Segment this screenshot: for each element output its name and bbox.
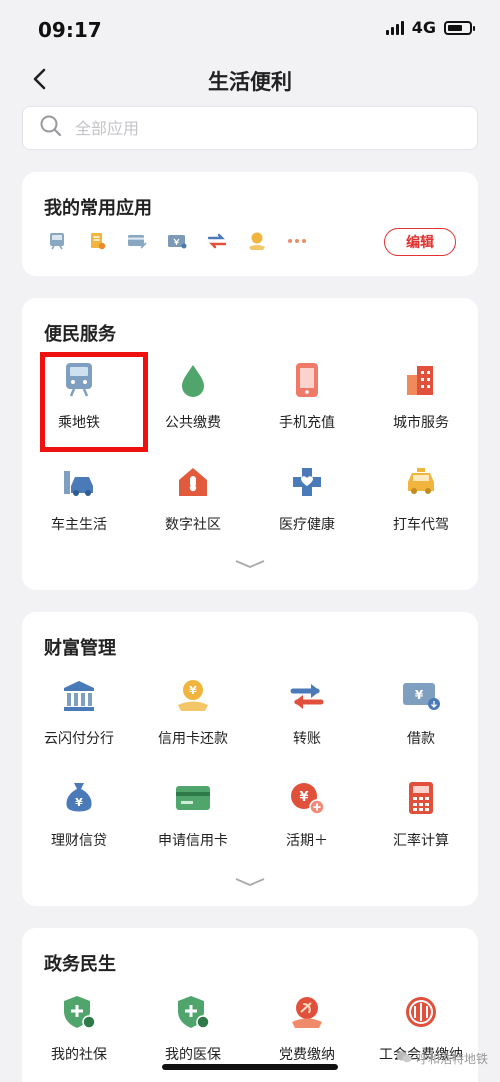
- service-item-taxi[interactable]: 打车代驾: [364, 450, 478, 552]
- wealth-label: 信用卡还款: [158, 731, 228, 747]
- gov-label: 我的社保: [51, 1047, 107, 1063]
- hand-coin-icon[interactable]: [246, 230, 268, 252]
- wechat-icon: [396, 1050, 412, 1067]
- search-bar[interactable]: [22, 106, 478, 150]
- medical-insurance-shield-icon: [173, 992, 213, 1032]
- water-drop-icon: [173, 360, 213, 400]
- svg-text:¥: ¥: [415, 688, 424, 702]
- coin-hand-icon: ¥: [173, 676, 213, 716]
- social-security-shield-icon: [59, 992, 99, 1032]
- card-icon[interactable]: [126, 230, 148, 252]
- service-item-medical-health[interactable]: 医疗健康: [250, 450, 364, 552]
- service-item-public-payment[interactable]: 公共缴费: [136, 348, 250, 450]
- service-item-city-services[interactable]: 城市服务: [364, 348, 478, 450]
- union-emblem-icon: [401, 992, 441, 1032]
- bank-icon: [59, 676, 99, 716]
- train-icon[interactable]: [46, 230, 68, 252]
- service-item-digital-community[interactable]: 数字社区: [136, 450, 250, 552]
- search-input[interactable]: [75, 118, 455, 138]
- wealth-item-wealth-loan[interactable]: ¥ 理财信贷: [22, 766, 136, 868]
- transfer-arrows-icon: [287, 676, 327, 716]
- service-label: 打车代驾: [393, 517, 449, 533]
- svg-text:¥: ¥: [189, 684, 197, 697]
- status-bar: 09:17 4G: [0, 0, 500, 60]
- wealth-label: 理财信贷: [51, 833, 107, 849]
- watermark-text: 呼和浩特地铁: [415, 1052, 488, 1066]
- home-indicator[interactable]: [162, 1064, 338, 1070]
- wealth-label: 转账: [293, 731, 321, 747]
- wallet-icon[interactable]: [166, 230, 188, 252]
- signal-icon: [385, 20, 404, 35]
- network-label: 4G: [411, 18, 436, 37]
- favorites-card: 我的常用应用 编辑: [22, 172, 478, 276]
- page-title: 生活便利: [208, 70, 292, 94]
- party-emblem-icon: [287, 992, 327, 1032]
- wealth-item-exchange-rate[interactable]: 汇率计算: [364, 766, 478, 868]
- credit-card-icon: [173, 778, 213, 818]
- svg-text:¥: ¥: [299, 790, 308, 805]
- convenience-title: 便民服务: [44, 324, 116, 345]
- battery-icon: [444, 20, 475, 35]
- watermark: 呼和浩特地铁: [396, 1050, 488, 1067]
- wealth-item-apply-credit-card[interactable]: 申请信用卡: [136, 766, 250, 868]
- wealth-label: 申请信用卡: [158, 833, 228, 849]
- svg-text:¥: ¥: [75, 796, 83, 809]
- search-icon: [39, 114, 63, 142]
- yen-card-icon: ¥: [401, 676, 441, 716]
- wealth-item-credit-repay[interactable]: ¥ 信用卡还款: [136, 664, 250, 766]
- gov-item-social-security[interactable]: 我的社保: [22, 980, 136, 1082]
- money-bag-icon: ¥: [59, 778, 99, 818]
- car-icon: [59, 462, 99, 502]
- service-label: 公共缴费: [165, 415, 221, 431]
- service-label: 手机充值: [279, 415, 335, 431]
- wealth-grid: 云闪付分行 ¥ 信用卡还款 转账 ¥ 借款 ¥ 理财信贷 申请信用卡 ¥ 活期＋…: [22, 664, 478, 868]
- service-item-phone-topup[interactable]: 手机充值: [250, 348, 364, 450]
- service-label: 数字社区: [165, 517, 221, 533]
- transfer-icon[interactable]: [206, 230, 228, 252]
- wealth-card: 财富管理 云闪付分行 ¥ 信用卡还款 转账 ¥ 借款 ¥ 理财信贷 申请信用卡 …: [22, 612, 478, 906]
- wealth-item-loan[interactable]: ¥ 借款: [364, 664, 478, 766]
- taxi-icon: [401, 462, 441, 502]
- more-dots-icon[interactable]: [286, 230, 308, 252]
- wealth-label: 云闪付分行: [44, 731, 114, 747]
- gov-label: 我的医保: [165, 1047, 221, 1063]
- calculator-icon: [401, 778, 441, 818]
- phone-icon: [287, 360, 327, 400]
- wealth-label: 汇率计算: [393, 833, 449, 849]
- service-label: 城市服务: [393, 415, 449, 431]
- house-icon: [173, 462, 213, 502]
- wealth-label: 借款: [407, 731, 435, 747]
- wealth-label: 活期＋: [286, 833, 328, 849]
- wealth-item-branch[interactable]: 云闪付分行: [22, 664, 136, 766]
- wealth-title: 财富管理: [44, 638, 116, 659]
- service-item-car-owner[interactable]: 车主生活: [22, 450, 136, 552]
- service-label: 车主生活: [51, 517, 107, 533]
- gov-label: 党费缴纳: [279, 1047, 335, 1063]
- bill-icon[interactable]: [86, 230, 108, 252]
- favorites-icon-row: [46, 230, 308, 252]
- city-buildings-icon: [401, 360, 441, 400]
- service-label: 医疗健康: [279, 517, 335, 533]
- highlight-box: [40, 352, 148, 452]
- expand-chevron-icon[interactable]: [234, 558, 266, 570]
- favorites-title: 我的常用应用: [44, 198, 152, 219]
- navigation-bar: 生活便利: [0, 58, 500, 102]
- expand-chevron-icon[interactable]: [234, 876, 266, 888]
- status-time: 09:17: [38, 18, 102, 42]
- edit-button[interactable]: 编辑: [384, 228, 456, 256]
- medical-cross-icon: [287, 462, 327, 502]
- wealth-item-transfer[interactable]: 转账: [250, 664, 364, 766]
- government-title: 政务民生: [44, 954, 116, 975]
- yen-plus-icon: ¥: [287, 778, 327, 818]
- wealth-item-current-plus[interactable]: ¥ 活期＋: [250, 766, 364, 868]
